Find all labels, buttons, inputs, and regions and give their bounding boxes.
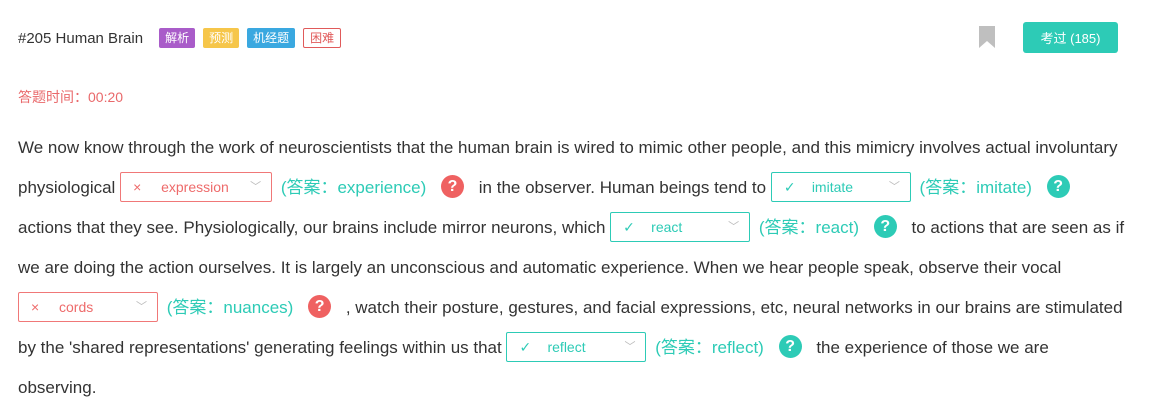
tag-exam-question[interactable]: 机经题 bbox=[247, 28, 296, 48]
dropdown-value: cords bbox=[59, 298, 94, 315]
help-icon[interactable]: ? bbox=[1046, 175, 1070, 199]
blank-dropdown-5[interactable]: ✓ reflect ﹀ bbox=[506, 331, 647, 362]
blank-dropdown-1[interactable]: × expression ﹀ bbox=[120, 171, 273, 202]
chevron-down-icon: ﹀ bbox=[728, 220, 740, 233]
blank-dropdown-4[interactable]: × cords ﹀ bbox=[18, 291, 158, 322]
check-icon: ✓ bbox=[519, 338, 532, 355]
chevron-down-icon: ﹀ bbox=[888, 180, 900, 193]
question-title: #205 Human Brain bbox=[18, 29, 144, 47]
answer-label: (答案：experience) bbox=[280, 178, 427, 197]
help-icon[interactable]: ? bbox=[778, 335, 802, 359]
check-icon: ✓ bbox=[623, 218, 635, 235]
tag-analysis[interactable]: 解析 bbox=[159, 28, 196, 48]
passage-text: actions that they see. Physiologically, … bbox=[18, 218, 606, 237]
exam-count-button[interactable]: 考过 (185) bbox=[1023, 22, 1118, 53]
chevron-down-icon: ﹀ bbox=[624, 340, 636, 353]
answer-label: (答案：reflect) bbox=[655, 338, 764, 357]
check-icon: ✓ bbox=[783, 178, 796, 195]
help-icon[interactable]: ? bbox=[873, 215, 897, 239]
answer-label: (答案：imitate) bbox=[919, 178, 1032, 197]
answer-label: (答案：nuances) bbox=[166, 298, 294, 317]
answer-label: (答案：react) bbox=[758, 218, 860, 237]
chevron-down-icon: ﹀ bbox=[250, 180, 262, 193]
blank-dropdown-2[interactable]: ✓ imitate ﹀ bbox=[770, 171, 911, 202]
wrong-icon: × bbox=[31, 298, 40, 315]
passage-text: in the observer. Human beings tend to bbox=[478, 178, 767, 197]
help-icon[interactable]: ? bbox=[308, 295, 332, 319]
dropdown-value: reflect bbox=[547, 338, 586, 355]
tag-difficulty: 困难 bbox=[303, 28, 342, 48]
bookmark-icon[interactable] bbox=[979, 26, 995, 48]
blank-dropdown-3[interactable]: ✓ react ﹀ bbox=[610, 211, 751, 242]
wrong-icon: × bbox=[133, 178, 142, 195]
question-header: #205 Human Brain 解析 预测 机经题 困难 bbox=[18, 26, 349, 50]
passage: We now know through the work of neurosci… bbox=[18, 128, 1130, 408]
dropdown-value: expression bbox=[161, 178, 229, 195]
answer-timer: 答题时间：00:20 bbox=[18, 89, 124, 105]
chevron-down-icon: ﹀ bbox=[136, 300, 147, 313]
help-icon[interactable]: ? bbox=[441, 175, 465, 199]
tag-prediction[interactable]: 预测 bbox=[203, 28, 240, 48]
dropdown-value: imitate bbox=[811, 178, 854, 195]
dropdown-value: react bbox=[651, 218, 683, 235]
